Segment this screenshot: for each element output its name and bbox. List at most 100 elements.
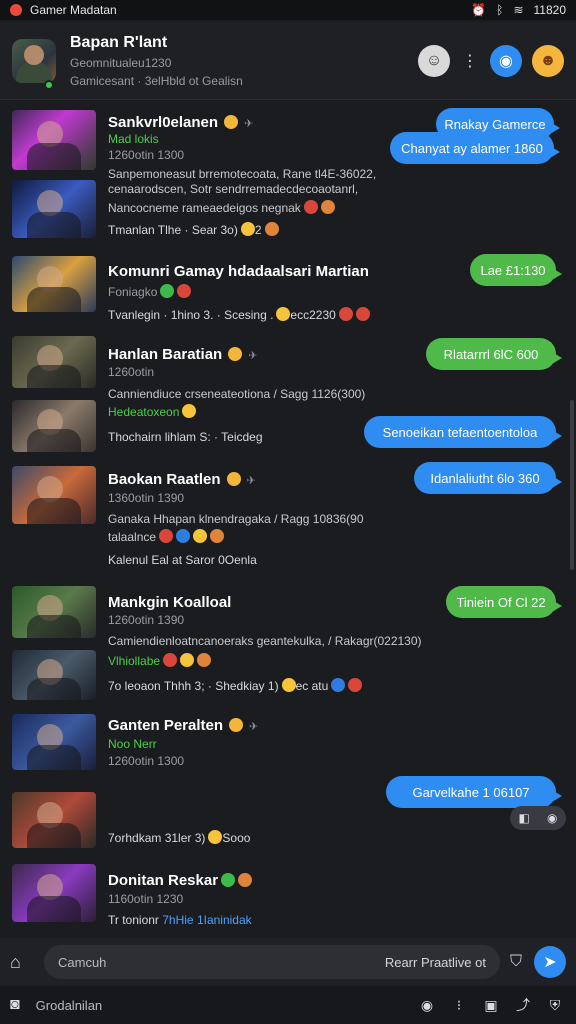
- emoji-icon: [331, 678, 346, 692]
- emoji-icon: [264, 222, 279, 236]
- message-body: talaalnce: [108, 529, 225, 544]
- chat-bubble[interactable]: Idanlaliutht 6lo 360: [414, 462, 562, 494]
- media-toggle[interactable]: ◧ ◉: [510, 806, 566, 830]
- chat-title[interactable]: Bapan R'lant: [70, 34, 408, 52]
- game-thumbnail[interactable]: [12, 400, 96, 452]
- message-sender[interactable]: Ganten Peralten ✈: [108, 717, 258, 734]
- message-tag: Noo Nerr: [108, 737, 157, 751]
- emoji-icon: [163, 653, 178, 667]
- bottom-toolbar: ◙ Grodalnilan ◉ ⁝ ▣ ⤴ ⛨: [0, 986, 576, 1024]
- record-icon[interactable]: ◉: [416, 997, 438, 1014]
- message-tag: Mad lokis: [108, 132, 159, 146]
- message-body: Camiendienloatncanoeraks geantekulka, / …: [108, 634, 422, 648]
- send-button[interactable]: ➤: [534, 946, 566, 978]
- status-app-name: Gamer Madatan: [30, 3, 117, 17]
- chat-feed[interactable]: Sankvrl0elanen ✈ Mad lokis 1260otin 1300 …: [0, 100, 576, 936]
- message-footer: Thochairn lihlam S: · Teicdeg: [108, 430, 263, 444]
- game-thumbnail[interactable]: [12, 864, 96, 922]
- emoji-icon: [197, 653, 212, 667]
- status-bar: Gamer Madatan ⏰ ᛒ ≋ 11820: [0, 0, 576, 20]
- header-text: Bapan R'lant Geomnitualeu1230 Gamicesant…: [70, 34, 408, 88]
- chat-bubble[interactable]: Chanyat ay alamer 1860: [390, 132, 560, 164]
- message-footer: Tr tonionr 7hHie 1Ianinidak: [108, 913, 252, 927]
- more-icon[interactable]: ⁝: [448, 997, 470, 1014]
- emoji-icon: [303, 200, 318, 214]
- pin-icon: ✈: [248, 350, 258, 362]
- message-input[interactable]: Camcuh Rearr Praatlive ot: [44, 945, 500, 979]
- emoji-icon: [221, 873, 236, 887]
- game-thumbnail[interactable]: [12, 110, 96, 170]
- gallery-icon[interactable]: ▣: [480, 997, 502, 1014]
- shield-icon[interactable]: ⛉: [510, 953, 522, 971]
- chat-status: Gamicesant · 3elHbld ot Gealisn: [70, 73, 243, 88]
- message-meta: 1160otin 1230: [108, 892, 184, 906]
- message-body: Ganaka Hhapan klnendragaka / Ragg 10836(…: [108, 512, 364, 526]
- message-meta: 1260otin 1390: [108, 613, 185, 627]
- message-meta: 1260otin: [108, 365, 155, 379]
- camera-icon[interactable]: ◙: [10, 996, 20, 1014]
- chat-bubble[interactable]: Garvelkahe 1 06107: [386, 776, 562, 808]
- call-button[interactable]: ◉: [490, 44, 522, 77]
- chat-bubble[interactable]: Rlatarrrl 6lC 600: [426, 338, 562, 370]
- message-body: cenaarodscen, Sotr sendrremadecdecoaotan…: [108, 182, 359, 196]
- emoji-icon: [208, 830, 223, 844]
- profile-avatar-button[interactable]: ☺: [418, 44, 450, 77]
- composer-bar: ⌂ Camcuh Rearr Praatlive ot ⛉ ➤: [0, 938, 576, 986]
- scrollbar[interactable]: [570, 400, 574, 570]
- chat-bubble[interactable]: Senoeikan tefaentoentoloa: [364, 416, 562, 448]
- message-sender[interactable]: Komunri Gamay hdadaalsari Martian: [108, 263, 369, 280]
- pin-icon: ✈: [249, 721, 259, 733]
- online-status-dot: [44, 80, 54, 90]
- bottom-label[interactable]: Grodalnilan: [36, 998, 406, 1013]
- status-time: 11820: [533, 3, 566, 17]
- game-thumbnail[interactable]: [12, 256, 96, 312]
- game-thumbnail[interactable]: [12, 586, 96, 638]
- game-thumbnail[interactable]: [12, 466, 96, 524]
- more-options-icon[interactable]: ⋮: [460, 45, 480, 77]
- avatar[interactable]: [12, 38, 56, 83]
- game-thumbnail[interactable]: [12, 650, 96, 700]
- game-thumbnail[interactable]: [12, 336, 96, 388]
- game-thumbnail[interactable]: [12, 792, 96, 848]
- message-footer: Kalenul Eal at Saror 0Oenla: [108, 553, 257, 567]
- emoji-button[interactable]: ☻: [532, 44, 564, 77]
- message-meta: Foniagko: [108, 284, 192, 299]
- bluetooth-icon: ᛒ: [496, 3, 504, 17]
- alarm-icon: ⏰: [471, 3, 487, 17]
- message-tag: Hedeatoxeon: [108, 404, 197, 419]
- verified-badge-icon: [226, 472, 241, 486]
- home-icon[interactable]: ⌂: [10, 952, 34, 973]
- emoji-icon: [177, 284, 192, 298]
- message-footer: 7orhdkam 31ler 3) Sooo: [108, 830, 251, 845]
- emoji-icon: [176, 529, 191, 543]
- message-footer: 7o leoaon Thhh 3; · Shedkiay 1) ec atu: [108, 678, 363, 693]
- emoji-icon: [210, 529, 225, 543]
- message-placeholder: Camcuh: [58, 954, 107, 970]
- message-body: Nancocneme rameaedeigos negnak: [108, 200, 335, 215]
- record-icon: ◉: [546, 811, 558, 825]
- chat-bubble[interactable]: Lae £1:130: [470, 254, 562, 286]
- message-sender[interactable]: Mankgin Koalloal: [108, 594, 231, 611]
- message-sender[interactable]: Baokan Raatlen ✈: [108, 471, 256, 488]
- gift-icon[interactable]: ⛨: [544, 997, 566, 1014]
- emoji-icon: [182, 404, 197, 418]
- emoji-icon: [193, 529, 208, 543]
- verified-badge-icon: [224, 115, 239, 129]
- message-tag: Vlhiollabe: [108, 653, 212, 668]
- message-sender[interactable]: Hanlan Baratian ✈: [108, 346, 257, 363]
- emoji-icon: [160, 284, 175, 298]
- message-footer: Tmanlan Tlhe · Sear 3o) 2: [108, 222, 279, 237]
- emoji-icon: [348, 678, 363, 692]
- message-sender[interactable]: Donitan Reskar: [108, 872, 253, 889]
- message-sender[interactable]: Sankvrl0elanen ✈: [108, 114, 253, 131]
- message-body: Canniendiuce crseneateotiona / Sagg 1126…: [108, 387, 366, 401]
- game-thumbnail[interactable]: [12, 180, 96, 238]
- composer-aux-text: Rearr Praatlive ot: [384, 954, 486, 970]
- emoji-icon: [338, 307, 353, 321]
- game-thumbnail[interactable]: [12, 714, 96, 770]
- chat-bubble[interactable]: Tiniein Of Cl 22: [446, 586, 562, 618]
- emoji-icon: [355, 307, 370, 321]
- share-icon[interactable]: ⤴: [512, 995, 534, 1015]
- pin-icon: ✈: [244, 118, 254, 130]
- chat-header: Bapan R'lant Geomnitualeu1230 Gamicesant…: [0, 22, 576, 100]
